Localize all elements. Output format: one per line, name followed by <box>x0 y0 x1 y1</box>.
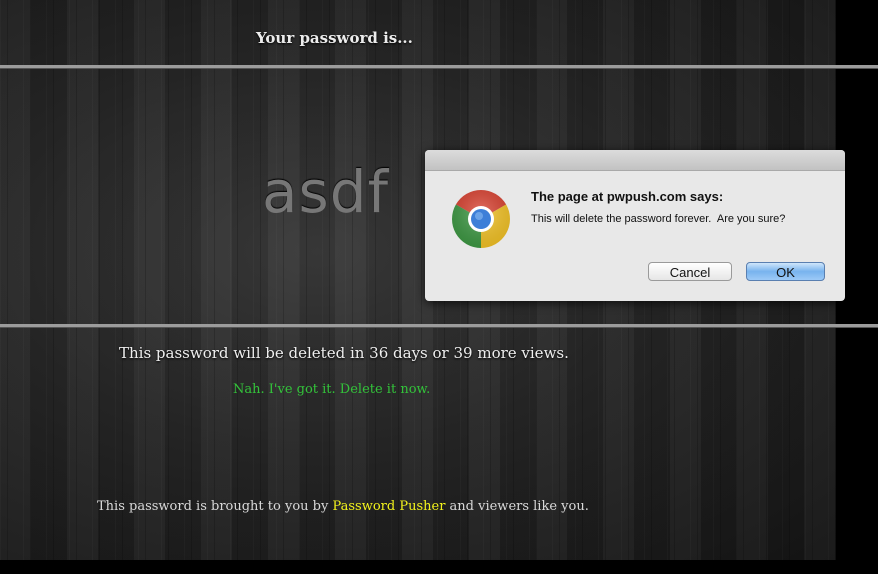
footer-prefix: This password is brought to you by <box>97 499 333 514</box>
password-pusher-link[interactable]: Password Pusher <box>332 499 445 514</box>
dialog-message: This will delete the password forever. A… <box>531 213 786 225</box>
dialog-title: The page at pwpush.com says: <box>531 189 724 204</box>
delete-now-link[interactable]: Nah. I've got it. Delete it now. <box>233 382 430 397</box>
ok-button[interactable]: OK <box>746 262 825 281</box>
top-divider <box>0 65 878 68</box>
cancel-button[interactable]: Cancel <box>648 262 732 281</box>
password-value: asdf <box>262 158 389 226</box>
footer-suffix: and viewers like you. <box>445 499 589 514</box>
window-edge-bottom <box>0 560 878 574</box>
bottom-divider <box>0 324 878 327</box>
footer-credit: This password is brought to you by Passw… <box>97 499 589 514</box>
expiry-notice: This password will be deleted in 36 days… <box>119 344 569 362</box>
confirm-dialog: The page at pwpush.com says: This will d… <box>425 150 845 301</box>
dialog-titlebar[interactable] <box>425 150 845 171</box>
chrome-logo-icon <box>452 190 510 248</box>
page-heading: Your password is... <box>256 29 413 47</box>
